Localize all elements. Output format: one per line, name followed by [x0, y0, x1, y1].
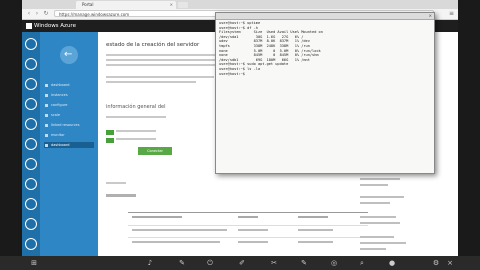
cloud-services-icon[interactable]: [25, 118, 37, 130]
draw-icon[interactable]: ✐: [238, 259, 246, 267]
text-line: [106, 81, 196, 83]
item-icon: [45, 93, 48, 97]
sub-nav-item[interactable]: instances: [44, 92, 94, 98]
pen-icon[interactable]: ✎: [178, 259, 186, 267]
tab-close-icon[interactable]: ×: [170, 1, 173, 9]
table-cell: [238, 229, 268, 231]
service-sub-nav: ← dashboard instances configure scale li…: [40, 32, 98, 270]
back-arrow-icon: ←: [64, 49, 73, 60]
item-icon: [45, 123, 48, 127]
camera-icon[interactable]: ◎: [330, 259, 338, 267]
terminal-output[interactable]: user@host:~$ uptime user@host:~$ df -h Fil…: [219, 21, 431, 171]
item-icon: [45, 133, 48, 137]
start-icon[interactable]: ⊞: [30, 259, 38, 267]
table-row[interactable]: [128, 237, 368, 247]
status-row: [106, 138, 226, 144]
mic-icon[interactable]: ♪: [146, 259, 154, 267]
service-bus-icon[interactable]: [25, 218, 37, 230]
back-button[interactable]: ←: [60, 46, 78, 64]
status-icon: [106, 138, 114, 143]
sub-nav-item[interactable]: configure: [44, 102, 94, 108]
close-icon[interactable]: ×: [429, 13, 432, 19]
table-cell: [298, 229, 333, 231]
storage-icon[interactable]: [25, 158, 37, 170]
table-header: [298, 216, 328, 218]
table-row[interactable]: [128, 225, 368, 235]
settings-icon[interactable]: ⚙: [432, 259, 440, 267]
sub-nav-item[interactable]: dashboard: [44, 82, 94, 88]
record-icon[interactable]: ●: [388, 259, 396, 267]
websites-icon[interactable]: [25, 58, 37, 70]
forward-icon[interactable]: ›: [33, 10, 41, 18]
windows-logo-icon: [26, 22, 32, 29]
text-line: [106, 54, 221, 56]
text-line: [106, 182, 126, 184]
item-icon: [45, 103, 48, 107]
ssh-terminal-window[interactable]: × user@host:~$ uptime user@host:~$ df -h F…: [215, 12, 435, 174]
portal-logo[interactable]: Windows Azure: [26, 22, 76, 30]
new-tab-button[interactable]: [178, 2, 188, 8]
text-line: [360, 184, 388, 186]
taskbar: ⊞ ♪ ✎ ⏻ ✐ ✂ ✎ ◎ ⌕ ● ⚙ ×: [0, 256, 480, 270]
media-services-icon[interactable]: [25, 198, 37, 210]
text-line: [360, 196, 404, 198]
table-cell: [298, 241, 333, 243]
text-line: [360, 202, 390, 204]
section-title: información general del: [106, 104, 166, 110]
back-icon[interactable]: ‹: [25, 10, 33, 18]
sub-nav-item-active[interactable]: dashboard: [44, 142, 94, 148]
browser-window: Portal × ‹ › ↻ https://manage.windowsazu…: [22, 0, 458, 270]
all-items-icon[interactable]: [25, 38, 37, 50]
text-line: [360, 248, 386, 250]
text-line: [360, 216, 396, 218]
tab-title: Portal: [82, 2, 94, 7]
sub-nav-item[interactable]: scale: [44, 112, 94, 118]
sql-databases-icon[interactable]: [25, 138, 37, 150]
page-title: estado de la creación del servidor: [106, 42, 200, 48]
left-rail: [22, 32, 40, 270]
cut-icon[interactable]: ✂: [270, 259, 278, 267]
table-header: [238, 216, 258, 218]
text-line: [360, 178, 400, 180]
sub-nav-item[interactable]: linked resources: [44, 122, 94, 128]
text-line: [116, 130, 156, 132]
edit-icon[interactable]: ✎: [300, 259, 308, 267]
text-line: [106, 64, 218, 66]
item-icon: [45, 83, 48, 87]
sub-nav-item[interactable]: monitor: [44, 132, 94, 138]
zoom-icon[interactable]: ⌕: [358, 259, 366, 267]
browser-tab[interactable]: Portal ×: [76, 1, 176, 9]
text-line: [106, 194, 136, 197]
text-line: [360, 242, 406, 244]
quick-glance-panel: [360, 170, 456, 270]
text-line: [360, 236, 394, 238]
power-icon[interactable]: ⏻: [206, 259, 214, 267]
networks-icon[interactable]: [25, 238, 37, 250]
logo-text: Windows Azure: [34, 23, 76, 29]
text-line: [116, 138, 156, 140]
mobile-services-icon[interactable]: [25, 98, 37, 110]
tab-bar: Portal ×: [22, 0, 458, 9]
status-row: [106, 130, 226, 136]
close-session-icon[interactable]: ×: [446, 259, 454, 267]
table-cell: [238, 241, 268, 243]
text-line: [106, 59, 216, 61]
reload-icon[interactable]: ↻: [42, 10, 50, 18]
table-cell: [132, 241, 220, 243]
table-header: [132, 216, 182, 218]
status-icon: [106, 130, 114, 135]
text-line: [106, 116, 166, 118]
item-icon: [45, 113, 48, 117]
terminal-titlebar[interactable]: ×: [216, 13, 434, 20]
item-icon: [45, 143, 48, 147]
text-line: [106, 76, 214, 78]
hdinsight-icon[interactable]: [25, 178, 37, 190]
connect-button[interactable]: Conectar: [138, 147, 172, 155]
virtual-machines-icon[interactable]: [25, 78, 37, 90]
menu-icon[interactable]: ≡: [449, 10, 454, 17]
table-cell: [132, 229, 227, 231]
text-line: [360, 222, 400, 224]
terminal-line: user@host:~$: [219, 71, 248, 76]
